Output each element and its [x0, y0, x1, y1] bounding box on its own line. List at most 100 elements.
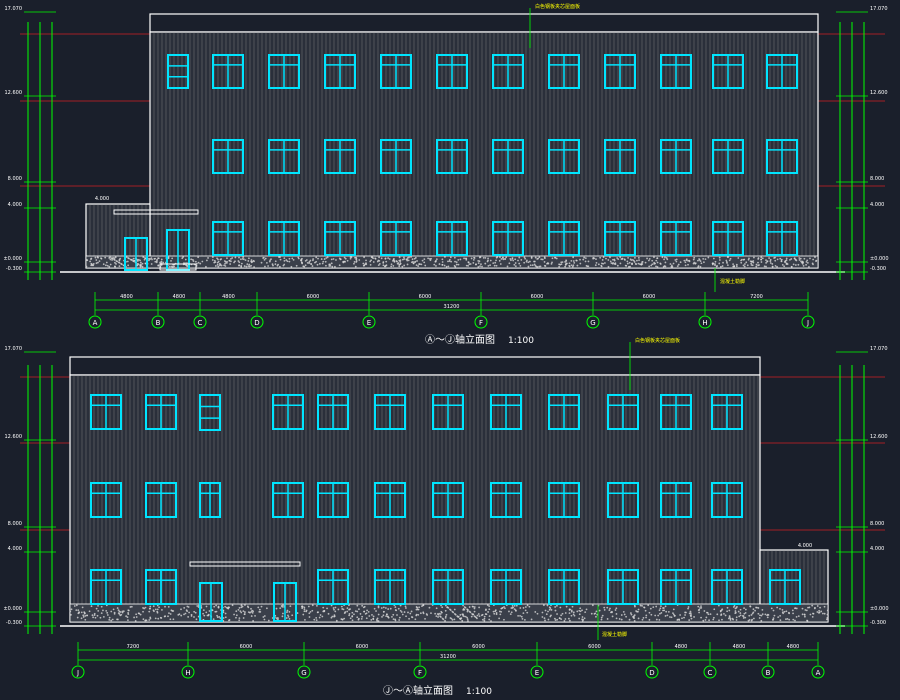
- plinth-texture: [567, 617, 570, 620]
- plinth-texture: [657, 614, 660, 617]
- plinth-texture: [450, 260, 453, 263]
- plinth-texture: [247, 260, 250, 262]
- plinth-texture: [401, 265, 404, 268]
- plinth-texture: [301, 607, 304, 610]
- plinth-texture: [818, 609, 821, 612]
- note-roof: 白色钢板夹芯屋面板: [635, 337, 680, 344]
- plinth-texture: [411, 258, 414, 261]
- plinth-texture: [549, 615, 552, 618]
- plinth-texture: [544, 619, 546, 622]
- plinth-texture: [291, 257, 294, 260]
- axis-label: F: [418, 669, 422, 677]
- plinth-texture: [563, 619, 566, 622]
- plinth-texture: [757, 257, 760, 259]
- plinth-texture: [648, 618, 651, 621]
- plinth-texture: [785, 263, 788, 265]
- plinth-texture: [346, 610, 349, 613]
- plinth-texture: [213, 261, 216, 264]
- plinth-texture: [803, 613, 806, 616]
- plinth-texture: [465, 258, 468, 261]
- plinth-texture: [745, 261, 748, 264]
- plinth-texture: [714, 260, 717, 263]
- plinth-texture: [216, 257, 218, 260]
- plinth-texture: [240, 262, 243, 265]
- plinth-texture: [821, 612, 824, 615]
- plinth-texture: [637, 262, 640, 265]
- plinth-texture: [533, 260, 536, 263]
- level-label: ±0.000: [3, 606, 22, 612]
- plinth-texture: [478, 256, 481, 259]
- plinth-texture: [248, 263, 251, 266]
- plinth-texture: [238, 619, 241, 622]
- plinth-texture: [583, 256, 586, 259]
- plinth-texture: [484, 262, 487, 265]
- plinth-texture: [424, 264, 427, 267]
- top-title: Ⓐ～Ⓙ轴立面图: [425, 333, 495, 346]
- plinth-texture: [372, 261, 375, 263]
- plinth-texture: [553, 256, 556, 259]
- plinth-texture: [468, 263, 471, 266]
- plinth-texture: [415, 608, 418, 611]
- axis-label: A: [93, 319, 98, 327]
- axis-label: G: [301, 669, 306, 677]
- level-label: 12.600: [5, 434, 23, 440]
- plinth-texture: [654, 262, 657, 265]
- plinth-texture: [391, 616, 393, 618]
- plinth-texture: [404, 605, 407, 608]
- plinth-texture: [353, 262, 355, 265]
- plinth-texture: [280, 605, 283, 607]
- plinth-texture: [572, 256, 575, 259]
- plinth-texture: [240, 264, 243, 267]
- plinth-texture: [363, 256, 366, 259]
- plinth-texture: [540, 258, 543, 261]
- plinth-texture: [761, 257, 764, 260]
- plinth-texture: [776, 606, 779, 609]
- plinth-texture: [274, 263, 277, 266]
- plinth-texture: [811, 615, 814, 618]
- plinth-texture: [568, 619, 571, 622]
- plinth-texture: [397, 262, 400, 264]
- plinth-texture: [126, 616, 129, 619]
- plinth-texture: [94, 256, 97, 259]
- plinth-texture: [786, 617, 789, 620]
- plinth-texture: [377, 606, 380, 609]
- plinth-texture: [760, 258, 763, 261]
- plinth-texture: [416, 260, 418, 262]
- plinth-texture: [108, 616, 111, 619]
- plinth-texture: [630, 613, 633, 616]
- plinth-texture: [438, 263, 441, 265]
- plinth-texture: [480, 263, 482, 266]
- plinth-texture: [758, 617, 761, 619]
- plinth-texture: [328, 263, 331, 266]
- plinth-texture: [437, 616, 439, 618]
- plinth-texture: [708, 619, 710, 622]
- plinth-texture: [558, 263, 561, 266]
- plinth-texture: [169, 618, 172, 621]
- plinth-texture: [398, 265, 401, 268]
- plinth-texture: [792, 612, 794, 615]
- plinth-texture: [747, 258, 750, 261]
- plinth-texture: [721, 265, 724, 267]
- plinth-texture: [414, 261, 416, 264]
- plinth-texture: [417, 265, 420, 267]
- plinth-texture: [744, 616, 747, 619]
- plinth-texture: [544, 609, 547, 612]
- plinth-texture: [587, 260, 590, 263]
- plinth-texture: [305, 609, 308, 612]
- note-base: 混凝土勒脚: [720, 278, 745, 285]
- plinth-texture: [199, 262, 202, 265]
- plinth-texture: [626, 260, 629, 263]
- elevation-drawing: 17.070 12.600 8.000 4.000 ±0.000 -0.300 17.070…: [0, 0, 900, 700]
- plinth-texture: [331, 615, 334, 618]
- plinth-texture: [582, 258, 585, 261]
- plinth-texture: [422, 604, 425, 607]
- plinth-texture: [534, 611, 537, 613]
- plinth-texture: [812, 612, 814, 615]
- plinth-texture: [742, 617, 745, 619]
- plinth-texture: [688, 612, 691, 615]
- plinth-texture: [98, 260, 101, 263]
- plinth-texture: [114, 265, 117, 268]
- plinth-texture: [309, 610, 312, 613]
- plinth-texture: [519, 614, 521, 617]
- plinth-texture: [467, 620, 469, 622]
